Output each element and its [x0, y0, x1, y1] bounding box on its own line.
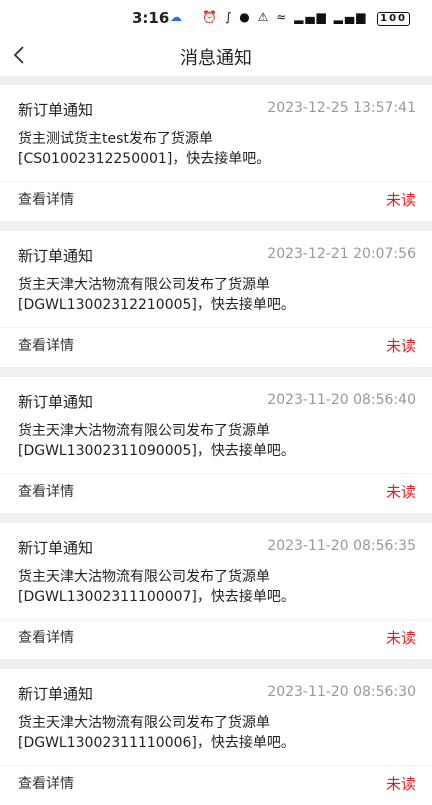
unread-status: 未读 [385, 191, 416, 209]
divider [0, 473, 432, 474]
signal-icon-2: ▂▄▆ [333, 10, 368, 24]
unread-status: 未读 [385, 483, 416, 501]
message-card[interactable]: 新订单通知 2023-11-20 08:56:35 货主天津大沽物流有限公司发布… [0, 523, 432, 659]
battery-icon: 100 [377, 12, 410, 26]
message-content-line: 货主天津大沽物流有限公司发布了货源单 [18, 715, 270, 731]
bluetooth-icon: ∫ [225, 10, 234, 24]
status-time: 3:16 [132, 9, 170, 27]
message-content-line: [DGWL13002312210005]，快去接单吧。 [18, 297, 295, 313]
divider [0, 619, 432, 620]
message-time: 2023-12-25 13:57:41 [267, 100, 416, 116]
message-content-line: [DGWL13002311100007]，快去接单吧。 [18, 589, 295, 605]
view-details-link[interactable]: 查看详情 [18, 189, 74, 209]
message-content: 货主天津大沽物流有限公司发布了货源单 [DGWL13002311100007]，… [18, 567, 416, 607]
view-details-link[interactable]: 查看详情 [18, 773, 74, 793]
view-details-link[interactable]: 查看详情 [18, 627, 74, 647]
message-content-line: 货主天津大沽物流有限公司发布了货源单 [18, 423, 270, 439]
divider [0, 181, 432, 182]
message-content: 货主测试货主test发布了货源单 [CS01002312250001]，快去接单… [18, 129, 416, 169]
status-bar: 3:16 ☁ ⏰ ∫ ● ⚠ ≈ ▂▄▆ ▂▄▆ 100 [0, 0, 432, 36]
view-details-link[interactable]: 查看详情 [18, 481, 74, 501]
message-card[interactable]: 新订单通知 2023-11-20 08:56:40 货主天津大沽物流有限公司发布… [0, 377, 432, 513]
message-title: 新订单通知 [18, 393, 94, 411]
mute-icon: ⚠ [257, 10, 271, 24]
wifi-icon: ≈ [276, 10, 289, 24]
divider [0, 765, 432, 766]
message-title: 新订单通知 [18, 101, 94, 119]
page-title: 消息通知 [180, 48, 252, 69]
message-card[interactable]: 新订单通知 2023-12-25 13:57:41 货主测试货主test发布了货… [0, 85, 432, 221]
message-title: 新订单通知 [18, 539, 94, 557]
message-title: 新订单通知 [18, 247, 94, 265]
message-time: 2023-11-20 08:56:40 [267, 392, 416, 408]
message-title: 新订单通知 [18, 685, 94, 703]
location-icon: ● [239, 10, 252, 24]
message-list: 新订单通知 2023-12-25 13:57:41 货主测试货主test发布了货… [0, 77, 432, 805]
divider [0, 327, 432, 328]
message-card[interactable]: 新订单通知 2023-12-21 20:07:56 货主天津大沽物流有限公司发布… [0, 231, 432, 367]
view-details-link[interactable]: 查看详情 [18, 335, 74, 355]
alarm-icon: ⏰ [202, 10, 220, 24]
signal-icon: ▂▄▆ [294, 10, 328, 24]
message-time: 2023-12-21 20:07:56 [267, 246, 416, 262]
message-content: 货主天津大沽物流有限公司发布了货源单 [DGWL13002312210005]，… [18, 275, 416, 315]
message-content-line: [DGWL13002311110006]，快去接单吧。 [18, 735, 295, 751]
unread-status: 未读 [385, 775, 416, 793]
message-card[interactable]: 新订单通知 2023-11-20 08:56:30 货主天津大沽物流有限公司发布… [0, 669, 432, 805]
nav-bar: 消息通知 [0, 36, 432, 77]
message-time: 2023-11-20 08:56:35 [267, 538, 416, 554]
message-content: 货主天津大沽物流有限公司发布了货源单 [DGWL13002311090005]，… [18, 421, 416, 461]
message-content-line: 货主测试货主test发布了货源单 [18, 131, 213, 147]
unread-status: 未读 [385, 337, 416, 355]
message-content-line: 货主天津大沽物流有限公司发布了货源单 [18, 277, 270, 293]
message-content-line: [DGWL13002311090005]，快去接单吧。 [18, 443, 295, 459]
app-notification-icon: ☁ [170, 10, 182, 24]
status-icons: ⏰ ∫ ● ⚠ ≈ ▂▄▆ ▂▄▆ 100 [202, 10, 410, 26]
message-content: 货主天津大沽物流有限公司发布了货源单 [DGWL13002311110006]，… [18, 713, 416, 753]
message-time: 2023-11-20 08:56:30 [267, 684, 416, 700]
message-content-line: [CS01002312250001]，快去接单吧。 [18, 151, 271, 167]
message-content-line: 货主天津大沽物流有限公司发布了货源单 [18, 569, 270, 585]
unread-status: 未读 [385, 629, 416, 647]
